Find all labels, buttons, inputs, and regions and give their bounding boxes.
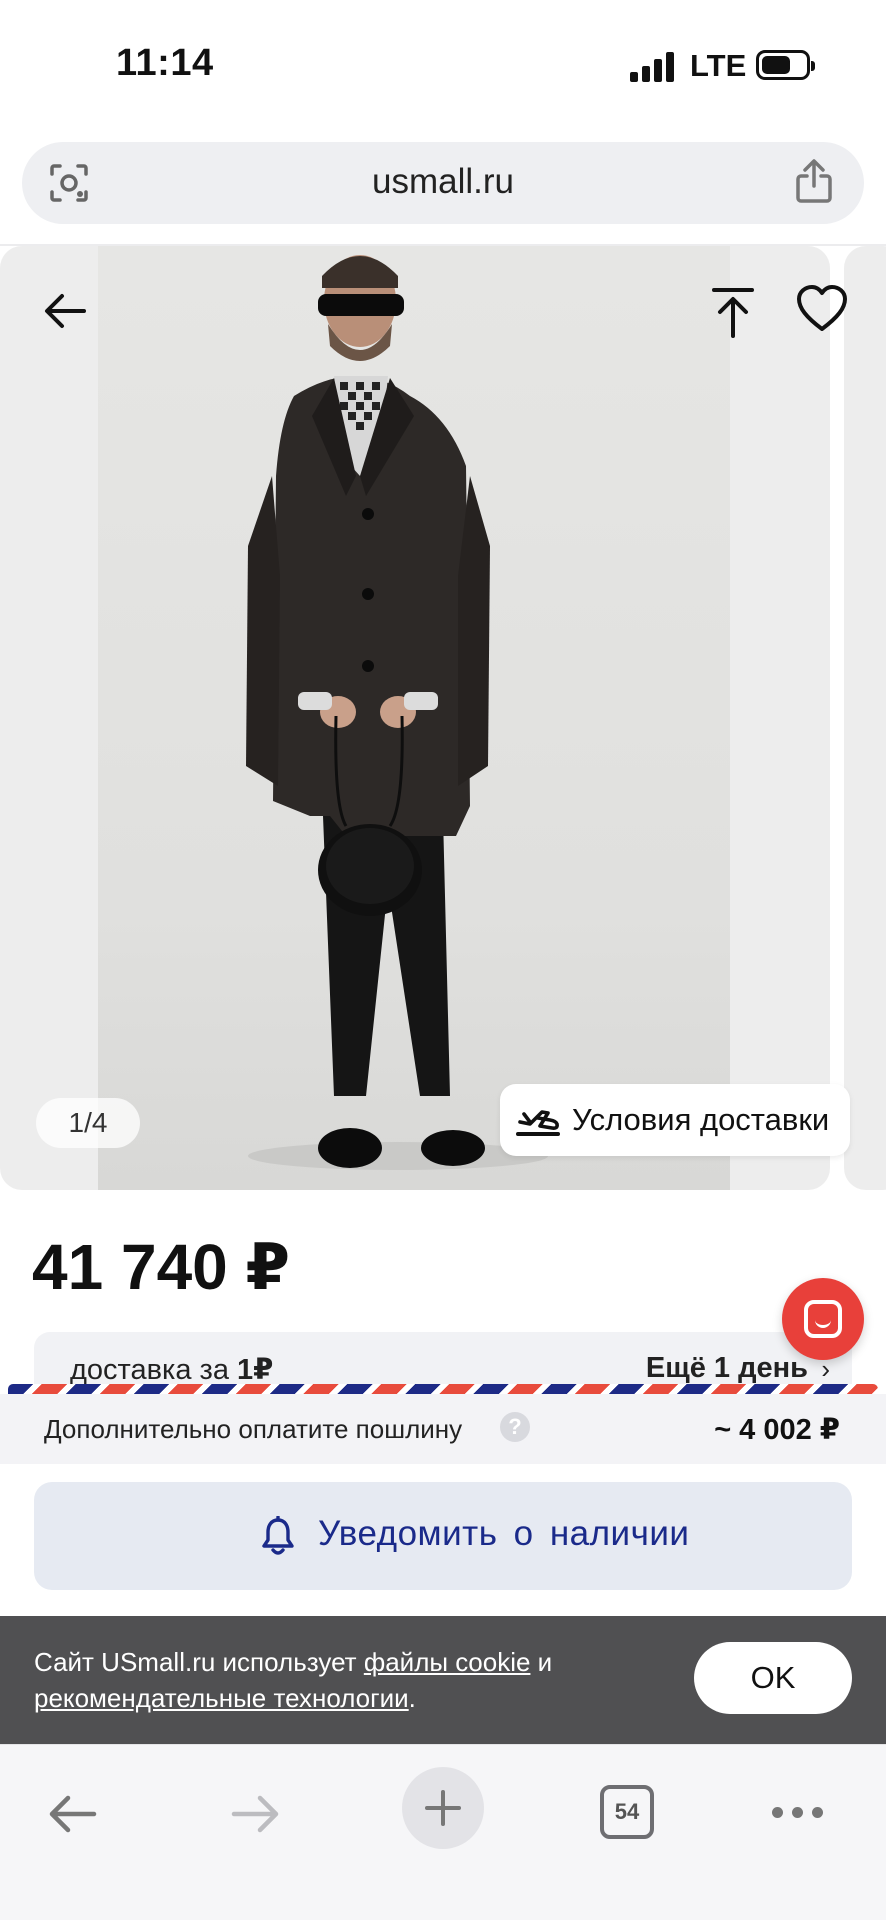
airplane-icon <box>516 1110 560 1136</box>
airmail-stripe <box>8 1384 878 1394</box>
status-time: 11:14 <box>116 42 214 84</box>
url-text[interactable]: usmall.ru <box>22 162 864 202</box>
duty-value: ~ 4 002 ₽ <box>714 1414 840 1446</box>
network-type: LTE <box>690 48 747 83</box>
tabs-icon[interactable]: 54 <box>600 1785 654 1839</box>
cookie-text-after: . <box>408 1683 416 1713</box>
recommendation-tech-link[interactable]: рекомендательные технологии <box>34 1683 409 1713</box>
nav-forward-icon[interactable] <box>228 1789 284 1839</box>
signal-strength-icon <box>630 50 676 82</box>
delivery-conditions-label: Условия доставки <box>572 1102 830 1137</box>
cookie-text-middle: и <box>530 1647 553 1677</box>
cookie-ok-button[interactable]: OK <box>694 1642 852 1714</box>
duty-label: Дополнительно оплатите пошлину <box>44 1414 463 1444</box>
address-bar[interactable]: usmall.ru <box>22 142 864 224</box>
product-photo-model <box>246 255 548 1170</box>
notify-label: Уведомить о наличии <box>318 1514 690 1553</box>
cookie-files-link[interactable]: файлы cookie <box>364 1647 531 1677</box>
gallery-counter: 1/4 <box>36 1098 140 1148</box>
cookie-banner: Сайт USmall.ru использует файлы cookie и… <box>0 1616 886 1744</box>
notify-availability-button[interactable]: Уведомить о наличии <box>34 1482 852 1590</box>
product-price: 41 740 ₽ <box>32 1231 291 1303</box>
delivery-extra-days[interactable]: Ещё 1 день <box>646 1352 808 1385</box>
browser-toolbar: 54 <box>0 1744 886 1920</box>
heart-icon[interactable] <box>796 284 848 334</box>
delivery-price: 1₽ <box>237 1354 274 1386</box>
new-tab-icon[interactable] <box>402 1767 484 1849</box>
cookie-text-before: Сайт USmall.ru использует <box>34 1647 364 1677</box>
bell-icon <box>262 1516 294 1555</box>
share-icon[interactable] <box>794 158 834 204</box>
scroll-to-top-icon[interactable] <box>708 286 758 340</box>
nav-back-icon[interactable] <box>44 1789 100 1839</box>
delivery-text: доставка за 1₽ <box>70 1352 273 1387</box>
gallery-next-slide[interactable] <box>844 246 886 1190</box>
chat-icon <box>804 1300 842 1338</box>
back-arrow-icon[interactable] <box>40 286 90 336</box>
help-icon[interactable]: ? <box>500 1412 530 1442</box>
duty-row: Дополнительно оплатите пошлину ? ~ 4 002… <box>0 1394 886 1464</box>
delivery-conditions-button[interactable]: Условия доставки <box>500 1084 850 1156</box>
battery-icon <box>756 50 815 80</box>
cookie-text: Сайт USmall.ru использует файлы cookie и… <box>34 1644 674 1716</box>
delivery-info-row[interactable]: доставка за 1₽ Ещё 1 день › <box>34 1332 852 1392</box>
delivery-prefix: доставка за <box>70 1354 238 1386</box>
chat-button[interactable] <box>782 1278 864 1360</box>
more-icon[interactable] <box>772 1807 824 1819</box>
product-gallery[interactable]: 1/4 Условия доставки <box>0 246 886 1190</box>
gallery-slide[interactable] <box>0 246 830 1190</box>
status-bar: 11:14 LTE <box>0 0 886 130</box>
